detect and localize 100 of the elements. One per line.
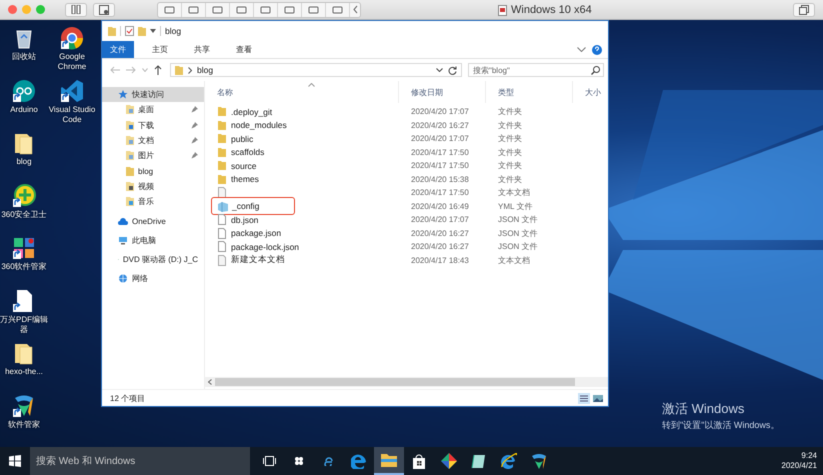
arduino-icon[interactable] <box>12 78 36 102</box>
window-title: Windows 10 x64 <box>511 4 592 16</box>
search-icon[interactable] <box>591 66 600 74</box>
file-icon <box>217 187 227 198</box>
scrollbar-thumb[interactable] <box>215 378 575 386</box>
ribbon-tab[interactable]: 文件 <box>102 41 134 58</box>
type-cell-text: 文件夹 <box>497 160 523 172</box>
folder-icon <box>126 105 134 114</box>
column-header[interactable]: 类型 <box>486 81 573 103</box>
file-name-cell[interactable]: public <box>211 132 389 146</box>
nav-item[interactable]: 此电脑 <box>102 232 204 248</box>
file-name-cell[interactable]: 新建文本文档 <box>211 254 389 267</box>
shield-icon[interactable] <box>12 394 36 418</box>
chrome-icon[interactable] <box>60 26 84 50</box>
type-cell-text: 文件夹 <box>497 106 523 118</box>
snapshot-button[interactable] <box>93 2 115 16</box>
desktop-icon-label[interactable]: 回收站 <box>12 52 36 62</box>
taskbar-search-field[interactable]: 搜索 Web 和 Windows <box>30 447 250 475</box>
nav-item[interactable]: 网络 <box>102 271 204 287</box>
type-cell-text: 文本文档 <box>497 254 531 266</box>
desktop-icon-label[interactable]: 360安全卫士 <box>1 210 47 220</box>
file-name-cell[interactable]: package-lock.json <box>211 240 389 254</box>
pin-icon[interactable] <box>191 137 198 144</box>
type-cell-text: 文件夹 <box>497 146 523 158</box>
desktop-icon-label[interactable]: hexo-the... <box>5 367 43 377</box>
pause-icon[interactable] <box>71 5 81 14</box>
highlighted-file-name[interactable]: _config <box>211 197 295 216</box>
windows-overlap-icon[interactable] <box>799 4 809 14</box>
desktop-icon-label[interactable]: 万兴PDF编辑器 <box>0 314 48 334</box>
type-cell-text: 文件夹 <box>497 120 523 131</box>
column-header[interactable]: 大小 <box>573 81 608 103</box>
desktop-icon-label[interactable]: 360软件管家 <box>1 262 47 272</box>
snapshot-icon[interactable] <box>99 4 109 14</box>
pause-button[interactable] <box>65 2 87 16</box>
folder-icon <box>217 106 227 118</box>
column-header[interactable]: 名称 <box>205 81 399 103</box>
large-icons-view-icon[interactable] <box>592 392 604 404</box>
nav-item[interactable]: 快速访问 <box>102 87 204 102</box>
chevron-down-icon[interactable] <box>436 68 443 72</box>
nav-item[interactable]: 文档 <box>102 132 204 148</box>
file-icon <box>217 254 227 266</box>
nav-item[interactable]: 桌面 <box>102 102 204 118</box>
pin-icon[interactable] <box>191 122 198 129</box>
date-cell-text: 2020/4/17 17:50 <box>410 188 470 198</box>
nav-item[interactable]: DVD 驱动器 (D:) J_C <box>102 252 204 268</box>
desktop-icon-label[interactable]: 软件管家 <box>8 420 40 430</box>
dropdown-icon[interactable] <box>150 29 156 33</box>
nav-item[interactable]: blog <box>102 163 204 179</box>
file-explorer-icon[interactable] <box>374 447 404 475</box>
up-arrow-icon[interactable] <box>154 65 162 75</box>
nav-item[interactable]: 音乐 <box>102 194 204 210</box>
address-path[interactable]: blog <box>197 65 214 75</box>
file-name-cell[interactable]: package.json <box>211 226 389 240</box>
file-name-cell[interactable]: source <box>211 159 389 172</box>
nav-item[interactable]: OneDrive <box>102 213 204 229</box>
file-name-cell[interactable]: db.json <box>211 213 389 226</box>
clock-date[interactable]: 2020/4/21 <box>781 461 817 471</box>
nav-item[interactable]: 图片 <box>102 148 204 164</box>
properties-icon[interactable] <box>125 26 134 36</box>
sort-caret-icon <box>308 83 315 87</box>
scroll-left-icon[interactable] <box>208 379 212 385</box>
ribbon-tab[interactable]: 查看 <box>228 41 260 58</box>
date-cell-text: 2020/4/20 16:27 <box>410 228 470 238</box>
file-name-cell[interactable]: node_modules <box>211 118 389 132</box>
desktop-icon-label[interactable]: Google Chrome <box>48 52 96 72</box>
date-cell-text: 2020/4/17 17:50 <box>410 148 470 157</box>
desktop-icon-label[interactable]: Arduino <box>10 104 38 114</box>
refresh-icon[interactable] <box>448 66 457 74</box>
date-cell-text: 2020/4/20 17:07 <box>410 134 470 144</box>
windows-logo-icon[interactable] <box>9 455 21 467</box>
ribbon-tab[interactable]: 主页 <box>144 41 176 58</box>
folder-icon <box>126 151 134 160</box>
address-bar[interactable]: blog <box>170 63 462 77</box>
search-field[interactable]: 搜索"blog" <box>468 63 604 77</box>
desktop-icon-label[interactable]: blog <box>16 157 32 167</box>
folder-icon <box>126 136 134 146</box>
nav-item[interactable]: 下载 <box>102 118 204 133</box>
help-icon[interactable] <box>592 44 602 54</box>
ribbon-tab[interactable]: 共享 <box>186 41 218 58</box>
pin-icon[interactable] <box>191 106 198 114</box>
nav-item[interactable]: 视频 <box>102 178 204 194</box>
file-icon <box>217 228 227 239</box>
config-file-icon <box>218 200 228 212</box>
clock-time[interactable]: 9:24 <box>801 451 817 461</box>
vm-document-icon <box>498 4 507 16</box>
vscode-icon[interactable] <box>60 78 84 102</box>
chevron-down-icon[interactable] <box>577 47 586 52</box>
softmgr-icon[interactable] <box>12 236 36 260</box>
date-cell-text: 2020/4/20 16:49 <box>410 202 470 211</box>
column-header[interactable]: 修改日期 <box>399 81 486 103</box>
file-name-cell[interactable]: .deploy_git <box>211 105 389 118</box>
nav-icon <box>118 274 128 284</box>
file-name-cell[interactable]: themes <box>211 172 389 186</box>
details-view-icon[interactable] <box>578 392 590 404</box>
pin-icon[interactable] <box>191 152 198 160</box>
safe-icon[interactable] <box>12 184 36 208</box>
desktop-icon-label[interactable]: Visual Studio Code <box>48 104 96 124</box>
fullscreen-button[interactable] <box>793 2 815 16</box>
chevron-left-icon[interactable] <box>352 5 358 14</box>
file-name-cell[interactable]: scaffolds <box>211 146 389 159</box>
